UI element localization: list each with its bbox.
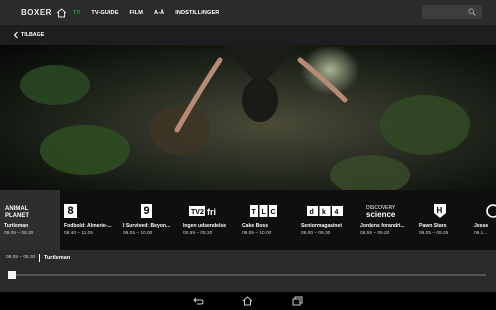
back-button[interactable]: TILBAGE <box>21 32 44 38</box>
channel-program-time: 09.00 – 09.30 <box>301 231 331 236</box>
channel-partial-logo <box>486 204 496 218</box>
back-icon[interactable] <box>193 296 204 306</box>
channel-program-title: Fodbold: Almerie-... <box>64 223 112 229</box>
video-player[interactable] <box>0 45 496 190</box>
channel-program-title: Cake Boss <box>242 223 269 229</box>
channel-program-time: 08.40 – 11.05 <box>64 231 93 236</box>
back-bar: TILBAGE <box>0 25 496 45</box>
video-foliage <box>20 65 90 105</box>
now-playing-title: Turtleman <box>44 255 71 261</box>
history-logo: H <box>432 204 448 218</box>
system-navigation-bar <box>0 292 496 310</box>
nav-a-aa[interactable]: A-Å <box>154 10 164 16</box>
svg-text:C: C <box>271 209 276 216</box>
nav-tv-guide[interactable]: TV-GUIDE <box>91 10 118 16</box>
svg-text:4: 4 <box>335 209 339 216</box>
svg-text:fri: fri <box>207 207 216 217</box>
search-input[interactable] <box>422 5 482 19</box>
now-playing-time: 09.05 – 09.30 <box>6 255 36 260</box>
tv2-fri-logo: TV2 fri <box>189 204 225 218</box>
svg-text:TV2: TV2 <box>191 209 204 216</box>
channel-program-time: 08.55 – 09.20 <box>360 231 390 236</box>
tlc-logo: TLC <box>250 204 278 218</box>
channel-program-time: 09.1... <box>474 231 488 236</box>
channel-tile[interactable]: DISCOVERY science Jordens forandri... 08.… <box>356 190 416 250</box>
nav-film[interactable]: FILM <box>130 10 143 16</box>
channel-program-time: 09.05 – 09.30 <box>4 231 34 236</box>
home-icon[interactable] <box>242 296 253 306</box>
svg-text:PLANET: PLANET <box>5 213 29 218</box>
animal-planet-logo: ANIMAL PLANET <box>4 204 44 218</box>
channel-program-title: Ingen udsendelse <box>183 223 227 229</box>
channel-program-time: 00.59 – 09.20 <box>183 231 213 236</box>
channel-program-title: Jesse <box>474 223 489 229</box>
discovery-science-logo: DISCOVERY science <box>366 204 402 218</box>
search-icon <box>468 8 476 16</box>
channel-8-logo: 8 <box>64 204 77 218</box>
home-icon[interactable] <box>56 7 67 18</box>
channel-program-time: 09.05 – 09.25 <box>419 231 449 236</box>
top-navigation-bar: BOXER TV TV-GUIDE FILM A-Å INDSTILLINGER <box>0 0 496 25</box>
channel-strip: ANIMAL PLANET Turtleman 09.05 – 09.30 8 F… <box>0 190 496 250</box>
channel-9-logo: 9 <box>141 204 152 218</box>
svg-text:T: T <box>252 209 257 216</box>
channel-program-title: I Survived: Beyon... <box>123 223 171 229</box>
dk4-logo: d k 4 <box>307 204 343 218</box>
channel-program-time: 09.05 – 10.00 <box>123 231 153 236</box>
nav-indstillinger[interactable]: INDSTILLINGER <box>175 10 219 16</box>
chevron-left-icon[interactable] <box>13 31 19 39</box>
video-foliage <box>380 95 470 155</box>
video-foliage <box>330 155 410 190</box>
progress-handle[interactable] <box>8 271 16 279</box>
svg-text:d: d <box>310 209 314 216</box>
svg-text:science: science <box>366 210 396 218</box>
svg-text:k: k <box>322 209 326 216</box>
channel-tile[interactable]: H Pawn Stars 09.05 – 09.25 <box>415 190 475 250</box>
channel-program-time: 09.05 – 10.00 <box>242 231 272 236</box>
video-foliage <box>40 125 130 175</box>
progress-track[interactable] <box>12 274 486 276</box>
channel-tile[interactable]: TLC Cake Boss 09.05 – 10.00 <box>238 190 298 250</box>
channel-tile[interactable]: Jesse 09.1... <box>470 190 496 250</box>
svg-text:H: H <box>437 206 443 215</box>
svg-text:ANIMAL: ANIMAL <box>5 206 29 212</box>
now-playing-bar: 09.05 – 09.30 Turtleman <box>0 250 496 292</box>
channel-tile[interactable]: ANIMAL PLANET Turtleman 09.05 – 09.30 <box>0 190 60 250</box>
channel-program-title: Jordens forandri... <box>360 223 405 229</box>
channel-tile[interactable]: 8 Fodbold: Almerie-... 08.40 – 11.05 <box>60 190 120 250</box>
video-figure <box>174 45 348 133</box>
channel-tile[interactable]: d k 4 Seniormagasinet 09.00 – 09.30 <box>297 190 357 250</box>
brand-logo[interactable]: BOXER <box>21 8 52 17</box>
nav-tv[interactable]: TV <box>73 10 80 16</box>
separator <box>39 254 40 262</box>
channel-tile[interactable]: 9 I Survived: Beyon... 09.05 – 10.00 <box>119 190 179 250</box>
channel-program-title: Turtleman <box>4 223 29 229</box>
svg-text:L: L <box>262 209 267 216</box>
channel-program-title: Pawn Stars <box>419 223 447 229</box>
recent-apps-icon[interactable] <box>292 296 303 306</box>
channel-tile[interactable]: TV2 fri Ingen udsendelse 00.59 – 09.20 <box>179 190 239 250</box>
channel-program-title: Seniormagasinet <box>301 223 343 229</box>
